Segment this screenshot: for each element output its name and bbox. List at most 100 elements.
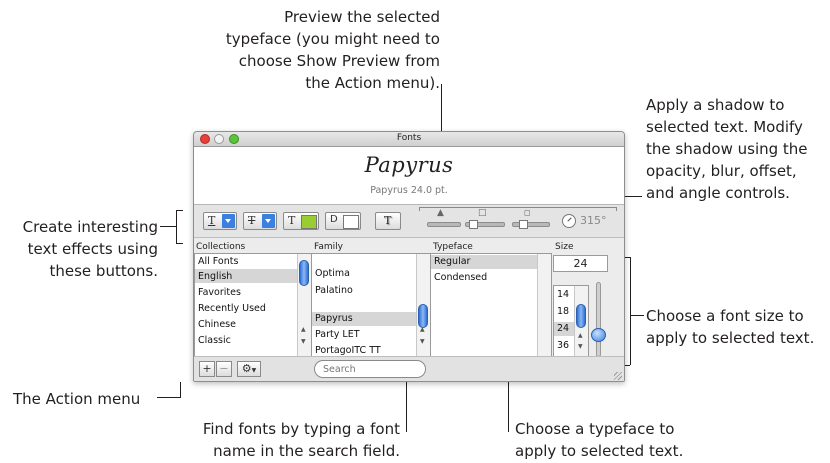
list-item[interactable]: All Fonts xyxy=(198,256,238,267)
scroll-down-icon[interactable]: ▼ xyxy=(578,343,583,350)
list-item[interactable]: 18 xyxy=(557,306,569,317)
typeface-scrollbar[interactable] xyxy=(537,254,551,356)
list-item[interactable]: 24 xyxy=(557,323,569,334)
callout-size: Choose a font size to apply to selected … xyxy=(646,305,828,349)
chevron-down-icon xyxy=(262,214,275,228)
resize-grip-icon[interactable] xyxy=(614,372,622,380)
leader-line xyxy=(157,397,180,398)
list-item[interactable]: PortagoITC TT xyxy=(315,345,381,356)
underline-glyph: T xyxy=(208,214,216,227)
document-color-swatch xyxy=(343,215,359,229)
remove-collection-button[interactable]: − xyxy=(216,361,232,377)
list-item[interactable]: 36 xyxy=(557,340,569,351)
bottom-bar: + − ⚙▼ xyxy=(194,356,624,381)
callout-search-line: name in the search field. xyxy=(213,442,400,460)
size-header: Size xyxy=(555,242,574,252)
leader-line xyxy=(630,257,631,365)
size-slider-knob[interactable] xyxy=(591,327,606,342)
typeface-list[interactable]: Regular Condensed xyxy=(430,253,552,357)
scroll-thumb[interactable] xyxy=(299,260,309,286)
size-slider[interactable] xyxy=(596,282,601,357)
size-field[interactable]: 24 xyxy=(553,255,608,272)
callout-typeface-line: apply to selected text. xyxy=(515,442,684,460)
angle-dial[interactable] xyxy=(562,214,576,228)
preview-size-text: Papyrus 24.0 pt. xyxy=(370,185,448,196)
leader-line xyxy=(176,210,183,211)
leader-line xyxy=(180,382,181,398)
family-scrollbar[interactable]: ▲ ▼ xyxy=(416,254,430,356)
strikethrough-button[interactable]: T xyxy=(243,212,277,230)
collections-header: Collections xyxy=(196,242,246,252)
leader-line xyxy=(176,210,177,244)
shadow-bracket xyxy=(616,207,617,211)
list-item[interactable]: Recently Used xyxy=(198,303,266,314)
callout-effects-line: Create interesting xyxy=(22,218,158,236)
collections-list[interactable]: All Fonts English Favorites Recently Use… xyxy=(194,253,312,357)
callout-shadow-line: Apply a shadow to xyxy=(646,96,785,114)
offset-icon: ◻ xyxy=(524,208,531,217)
typeface-header: Typeface xyxy=(433,242,473,252)
list-item[interactable]: Condensed xyxy=(434,272,487,283)
list-item[interactable]: Chinese xyxy=(198,319,236,330)
list-item[interactable]: 14 xyxy=(557,289,569,300)
underline-button[interactable]: T xyxy=(203,212,237,230)
list-item[interactable]: Classic xyxy=(198,335,231,346)
scroll-thumb[interactable] xyxy=(576,304,586,328)
callout-typeface: Choose a typeface to apply to selected t… xyxy=(515,418,735,462)
leader-line xyxy=(623,196,642,197)
blur-slider-knob[interactable] xyxy=(469,220,478,229)
text-shadow-button[interactable]: T xyxy=(375,212,401,230)
list-item[interactable]: English xyxy=(198,271,232,282)
search-input[interactable] xyxy=(323,362,419,376)
text-color-swatch xyxy=(301,215,317,229)
scroll-down-icon[interactable]: ▼ xyxy=(301,338,306,345)
gear-icon: ⚙ xyxy=(241,362,252,375)
chevron-down-icon xyxy=(222,214,235,228)
blur-slider[interactable] xyxy=(465,220,505,229)
effects-toolbar: T T T D T ▲ □ ◻ 315° xyxy=(194,205,624,238)
scroll-down-icon[interactable]: ▼ xyxy=(420,338,425,345)
scroll-thumb[interactable] xyxy=(418,304,428,328)
size-list[interactable]: 14 18 24 36 ▲ ▼ xyxy=(553,285,589,357)
scroll-up-icon[interactable]: ▲ xyxy=(420,326,425,333)
text-shadow-glyph: T xyxy=(384,214,392,227)
callout-shadow-line: the shadow using the xyxy=(646,140,808,158)
offset-slider-knob[interactable] xyxy=(519,220,528,229)
opacity-slider[interactable] xyxy=(427,222,461,227)
fonts-window: Fonts Papyrus Papyrus 24.0 pt. ▲ T T T D… xyxy=(193,131,625,382)
size-scrollbar[interactable]: ▲ ▼ xyxy=(574,286,588,356)
offset-slider[interactable] xyxy=(512,220,550,229)
leader-line xyxy=(160,226,176,227)
scroll-up-icon[interactable]: ▲ xyxy=(301,326,306,333)
list-item[interactable]: Palatino xyxy=(315,285,353,296)
list-item[interactable]: Optima xyxy=(315,268,350,279)
search-field[interactable] xyxy=(314,360,426,378)
callout-effects-line: text effects using xyxy=(27,240,158,258)
angle-value: 315° xyxy=(580,214,607,227)
callout-shadow-line: selected text. Modify xyxy=(646,118,803,136)
callout-effects-line: these buttons. xyxy=(49,262,159,280)
family-list[interactable]: Optima Palatino Papyrus Party LET Portag… xyxy=(311,253,431,357)
callout-size-line: apply to selected text. xyxy=(646,329,815,347)
callout-search: Find fonts by typing a font name in the … xyxy=(150,418,400,462)
list-item[interactable]: Papyrus xyxy=(315,313,353,324)
title-bar[interactable]: Fonts xyxy=(194,132,624,147)
list-item[interactable]: Regular xyxy=(434,256,470,267)
collections-scrollbar[interactable]: ▲ ▼ xyxy=(297,254,311,356)
callout-preview-line: the Action menu). xyxy=(305,74,440,92)
chevron-down-icon: ▼ xyxy=(251,367,257,374)
callout-shadow: Apply a shadow to selected text. Modify … xyxy=(646,94,828,204)
leader-line xyxy=(631,315,644,316)
family-header: Family xyxy=(314,242,343,252)
window-title: Fonts xyxy=(396,133,422,143)
document-color-button[interactable]: D xyxy=(325,212,361,230)
list-item[interactable]: Party LET xyxy=(315,329,360,340)
text-color-glyph: T xyxy=(288,214,296,227)
text-color-button[interactable]: T xyxy=(283,212,319,230)
callout-preview-line: Preview the selected xyxy=(284,8,440,26)
list-item[interactable]: Favorites xyxy=(198,287,241,298)
action-menu-button[interactable]: ⚙▼ xyxy=(237,361,261,377)
add-collection-button[interactable]: + xyxy=(199,361,215,377)
callout-search-line: Find fonts by typing a font xyxy=(202,420,400,438)
scroll-up-icon[interactable]: ▲ xyxy=(578,332,583,339)
